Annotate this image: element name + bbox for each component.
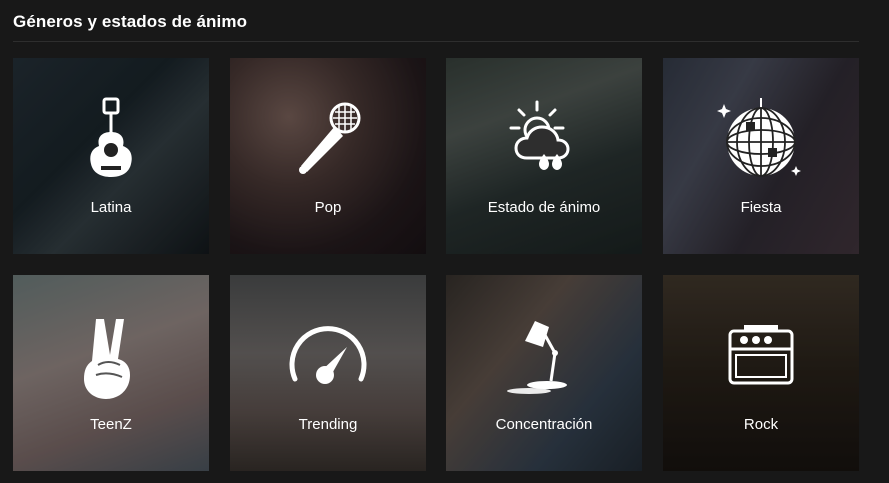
disco-ball-icon xyxy=(717,98,801,177)
gauge-icon xyxy=(289,326,367,384)
tile-label: TeenZ xyxy=(90,416,132,433)
tile-label: Concentración xyxy=(495,416,593,433)
desk-lamp-icon xyxy=(507,321,567,394)
tile-label: Latina xyxy=(90,199,132,216)
genre-tile-teenz[interactable]: TeenZ xyxy=(13,275,209,471)
tile-label: Estado de ánimo xyxy=(487,199,601,216)
tile-label: Pop xyxy=(314,199,342,216)
tile-label: Rock xyxy=(743,416,779,433)
peace-hand-icon xyxy=(84,319,130,399)
section-title: Géneros y estados de ánimo xyxy=(13,12,248,31)
amplifier-icon xyxy=(728,325,794,385)
genre-tile-trending[interactable]: Trending xyxy=(230,275,426,471)
microphone-icon xyxy=(299,102,361,174)
genre-tile-estado-de-animo[interactable]: Estado de ánimo xyxy=(446,58,642,254)
weather-icon xyxy=(509,100,570,170)
genre-tile-concentracion[interactable]: Concentración xyxy=(446,275,642,471)
section-divider xyxy=(13,41,859,42)
genre-tile-pop[interactable]: Pop xyxy=(230,58,426,254)
tile-label: Trending xyxy=(298,416,358,433)
guitar-icon xyxy=(90,97,132,177)
tile-label: Fiesta xyxy=(740,199,782,216)
genre-tile-rock[interactable]: Rock xyxy=(663,275,859,471)
genre-tile-latina[interactable]: Latina xyxy=(13,58,209,254)
genre-tile-fiesta[interactable]: Fiesta xyxy=(663,58,859,254)
